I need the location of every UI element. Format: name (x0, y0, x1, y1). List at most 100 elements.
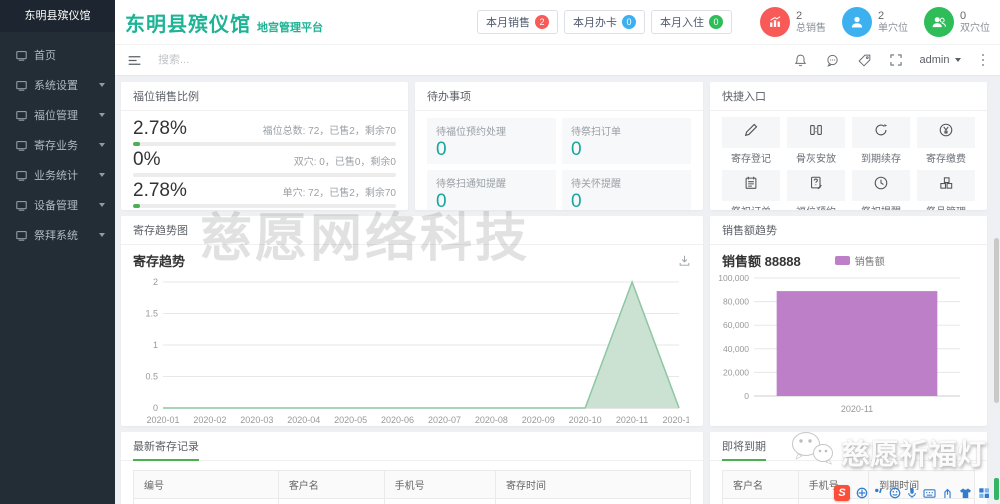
chart-legend: 销售额 (834, 253, 885, 268)
card-title: 快捷入口 (710, 82, 987, 111)
latest-records-card: 最新寄存记录 编号 客户名 手机号 寄存时间 RE (121, 432, 703, 504)
svg-text:2020-07: 2020-07 (428, 415, 461, 425)
pill-label: 本月入住 (660, 17, 704, 29)
sidebar-item-label: 福位管理 (34, 110, 78, 122)
menu-icon (16, 110, 27, 121)
cell-record-id: REG-186420201114144615 (133, 498, 279, 504)
svg-text:20,000: 20,000 (723, 367, 749, 377)
quick-sacrifice-order[interactable]: 祭祀订单 (722, 170, 780, 210)
header-stat-circles: 2 总销售 2 单穴位 0 双穴位 (760, 7, 990, 37)
chevron-down-icon (954, 58, 961, 62)
user-menu[interactable]: admin (920, 54, 961, 66)
dashboard-content: 福位销售比例 2.78% 福位总数: 72，已售2，剩余70 0% 双穴: 0，… (115, 76, 1000, 504)
page-subtitle: 地宫管理平台 (257, 21, 323, 34)
question-doc-icon (808, 175, 824, 196)
toolbox-icon[interactable] (978, 487, 990, 499)
column-header: 手机号 (383, 470, 497, 499)
quick-sacrifice-reminder[interactable]: 祭祀提醒 (852, 170, 910, 210)
quick-deposit-payment[interactable]: 寄存缴费 (917, 117, 975, 165)
keyboard-icon[interactable] (923, 488, 936, 499)
todo-value: 0 (436, 139, 447, 160)
single-person-icon (842, 7, 872, 37)
skin-icon[interactable] (959, 487, 972, 499)
comments-icon[interactable] (825, 53, 840, 68)
sidebar-item-label: 祭拜系统 (34, 230, 78, 242)
todo-item-sweep-orders[interactable]: 待祭扫订单 0 (562, 118, 691, 164)
sidebar-item-business-stats[interactable]: 业务统计 (0, 160, 115, 190)
todo-item-sweep-notice[interactable]: 待祭扫通知提醒 0 (427, 170, 556, 210)
table-header-row: 编号 客户名 手机号 寄存时间 (133, 470, 691, 499)
toolbar: admin (115, 44, 1000, 76)
pinyin-mode-icon[interactable] (856, 487, 868, 499)
punctuation-icon[interactable] (874, 487, 883, 499)
handwriting-icon[interactable] (942, 487, 953, 499)
menu-icon (16, 230, 27, 241)
sidebar-item-niche-management[interactable]: 福位管理 (0, 100, 115, 130)
svg-text:40,000: 40,000 (723, 344, 749, 354)
quick-label: 祭品管理 (917, 203, 975, 210)
todo-item-niche-reservation[interactable]: 待福位预约处理 0 (427, 118, 556, 164)
mic-icon[interactable] (907, 487, 917, 499)
emoji-icon[interactable] (889, 487, 901, 499)
quick-deposit-register[interactable]: 寄存登记 (722, 117, 780, 165)
quick-label: 福位预约 (787, 203, 845, 210)
ratio-percent: 2.78% (133, 118, 187, 139)
pill-month-cards[interactable]: 本月办卡 0 (564, 10, 645, 34)
card-title: 福位销售比例 (121, 82, 408, 111)
card-title: 销售额趋势 (710, 216, 987, 245)
todo-item-care-reminder[interactable]: 待关怀提醒 0 (562, 170, 691, 210)
sidebar-item-worship-system[interactable]: 祭拜系统 (0, 220, 115, 250)
svg-text:2020-08: 2020-08 (475, 415, 508, 425)
card-title: 即将到期 (722, 438, 766, 461)
download-icon[interactable] (678, 254, 691, 267)
bell-icon[interactable] (793, 53, 808, 68)
sogou-logo-icon[interactable]: S (834, 485, 850, 501)
svg-text:0.5: 0.5 (145, 372, 158, 382)
column-header: 客户名 (277, 470, 385, 499)
svg-text:2020-04: 2020-04 (287, 415, 320, 425)
tag-icon[interactable] (857, 53, 872, 68)
sales-bar-chart: 0 20,000 40,000 60,000 80,000 100,000 2020-11 (718, 273, 960, 414)
ratio-row-single: 2.78% 单穴: 72，已售2，剩余70 (133, 180, 396, 208)
menu-icon (16, 200, 27, 211)
records-table: 编号 客户名 手机号 寄存时间 REG-186420201114144615 哈… (133, 470, 691, 504)
page-title: 东明县殡仪馆 (125, 13, 251, 36)
stat-label: 总销售 (796, 22, 826, 34)
pill-month-sales[interactable]: 本月销售 2 (477, 10, 558, 34)
search-input[interactable] (158, 54, 338, 66)
fullscreen-icon[interactable] (889, 53, 903, 67)
quick-offerings-management[interactable]: 祭品管理 (917, 170, 975, 210)
column-header: 客户名 (722, 470, 799, 499)
sidebar-item-system-settings[interactable]: 系统设置 (0, 70, 115, 100)
count-badge: 2 (535, 15, 549, 29)
boxes-icon (938, 175, 954, 196)
quick-entry-card: 快捷入口 寄存登记 骨灰安放 到期续存 寄存缴费 (710, 82, 987, 210)
sidebar-item-device-management[interactable]: 设备管理 (0, 190, 115, 220)
sidebar-title: 东明县殡仪馆 (0, 0, 115, 32)
scrollbar-thumb[interactable] (994, 238, 999, 403)
kebab-menu-icon[interactable] (978, 52, 989, 69)
pill-month-checkin[interactable]: 本月入住 0 (651, 10, 732, 34)
stat-value: 2 (878, 9, 885, 22)
todo-label: 待关怀提醒 (571, 179, 621, 190)
stat-double-niche: 0 双穴位 (924, 7, 990, 37)
svg-text:100,000: 100,000 (718, 273, 749, 283)
ratio-detail: 双穴: 0，已售0，剩余0 (293, 157, 396, 168)
sidebar-item-label: 业务统计 (34, 170, 78, 182)
quick-ashes-placement[interactable]: 骨灰安放 (787, 117, 845, 165)
quick-label: 祭祀订单 (722, 203, 780, 210)
svg-text:0: 0 (153, 403, 158, 413)
hamburger-icon[interactable] (127, 53, 142, 68)
svg-text:1: 1 (153, 340, 158, 350)
quick-label: 骨灰安放 (796, 154, 836, 165)
scrollbar-green-marker[interactable] (994, 478, 999, 500)
sidebar-item-home[interactable]: 首页 (0, 40, 115, 70)
sidebar-item-deposit-business[interactable]: 寄存业务 (0, 130, 115, 160)
count-badge: 0 (622, 15, 636, 29)
quick-niche-reservation[interactable]: 福位预约 (787, 170, 845, 210)
svg-text:2020-05: 2020-05 (334, 415, 367, 425)
todo-label: 待祭扫订单 (571, 127, 621, 138)
menu-icon (16, 140, 27, 151)
column-header: 编号 (133, 470, 279, 499)
quick-renewal[interactable]: 到期续存 (852, 117, 910, 165)
